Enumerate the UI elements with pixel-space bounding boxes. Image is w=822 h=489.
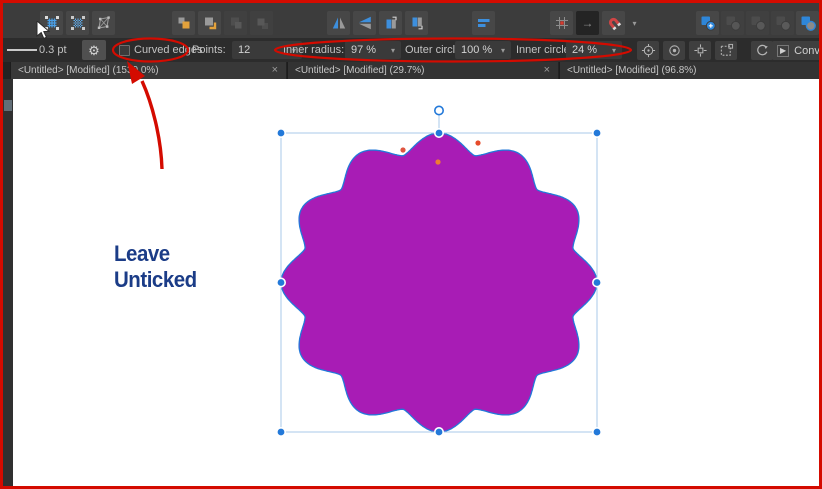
- toolbar-group-arrange: [172, 11, 273, 35]
- toolbar-group-snapping: → ▾: [550, 11, 641, 35]
- play-icon: ▶: [777, 44, 790, 57]
- snapping-magnet-icon[interactable]: [602, 11, 625, 35]
- move-forward-one-icon[interactable]: [198, 11, 221, 35]
- geometry-subtract-icon[interactable]: [721, 11, 744, 35]
- align-icon[interactable]: [472, 11, 495, 35]
- hide-selection-icon[interactable]: [663, 41, 685, 60]
- rotation-icon[interactable]: [751, 41, 773, 60]
- geometry-divide-icon[interactable]: [771, 11, 794, 35]
- flip-horizontal-icon[interactable]: [327, 11, 350, 35]
- tab-document-2[interactable]: <Untitled> [Modified] (29.7%) ×: [287, 62, 558, 79]
- chevron-down-icon: ▾: [500, 45, 505, 55]
- chevron-down-icon: ▾: [611, 45, 616, 55]
- move-to-front-icon[interactable]: [172, 11, 195, 35]
- curved-edges-checkbox[interactable]: [119, 45, 130, 56]
- geometry-add-icon[interactable]: [696, 11, 719, 35]
- close-icon[interactable]: ×: [272, 62, 278, 79]
- tools-panel-edge: [3, 79, 13, 486]
- app-window: → ▾ 0.3 pt ⚙ Curved edges Points: 12 ▾ I…: [0, 0, 822, 489]
- document-tab-bar: <Untitled> [Modified] (1530.0%) × <Untit…: [3, 62, 819, 79]
- inner-circle-combo[interactable]: 24 % ▾: [566, 41, 622, 59]
- chevron-down-icon: ▾: [390, 45, 395, 55]
- pixel-grid-select-icon[interactable]: [40, 11, 63, 35]
- rotate-counterclockwise-icon[interactable]: [379, 11, 402, 35]
- move-to-back-icon[interactable]: [250, 11, 273, 35]
- geometry-combine-icon[interactable]: [796, 11, 819, 35]
- points-label: Points:: [192, 44, 226, 56]
- context-toolbar: 0.3 pt ⚙ Curved edges Points: 12 ▾ Inner…: [3, 38, 819, 62]
- geometry-intersect-icon[interactable]: [746, 11, 769, 35]
- inner-radius-combo[interactable]: 97 % ▾: [345, 41, 401, 59]
- toolbar-group-align: [472, 11, 495, 35]
- stroke-width-value[interactable]: 0.3 pt: [39, 44, 67, 56]
- rotate-clockwise-icon[interactable]: [405, 11, 428, 35]
- inner-radius-label: Inner radius:: [283, 44, 345, 56]
- snap-grid-icon[interactable]: [550, 11, 573, 35]
- close-icon[interactable]: ×: [544, 62, 550, 79]
- tab-document-3[interactable]: <Untitled> [Modified] (96.8%): [559, 62, 819, 79]
- main-toolbar: → ▾: [3, 3, 819, 40]
- free-transform-icon[interactable]: [92, 11, 115, 35]
- convert-to-curves-button[interactable]: ▶ Convert to: [772, 41, 819, 60]
- outer-circle-combo[interactable]: 100 % ▾: [455, 41, 511, 59]
- stroke-width-slider[interactable]: [7, 49, 37, 51]
- flip-vertical-icon[interactable]: [353, 11, 376, 35]
- tool-icon-partial: [4, 100, 12, 111]
- document-canvas[interactable]: Leave Unticked: [3, 79, 819, 486]
- callout-text: Leave Unticked: [114, 241, 197, 292]
- transform-origin-icon[interactable]: [637, 41, 659, 60]
- toolbar-group-geometry: [696, 11, 819, 35]
- move-by-whole-pixels-icon[interactable]: →: [576, 11, 599, 35]
- move-backward-one-icon[interactable]: [224, 11, 247, 35]
- snapping-options-caret[interactable]: ▾: [628, 11, 641, 35]
- gear-icon[interactable]: ⚙: [82, 40, 106, 60]
- node-grid-select-icon[interactable]: [66, 11, 89, 35]
- show-handles-icon[interactable]: [689, 41, 711, 60]
- transform-separately-icon[interactable]: [715, 41, 737, 60]
- tab-document-1[interactable]: <Untitled> [Modified] (1530.0%) ×: [10, 62, 286, 79]
- toolbar-group-selection-mode: [40, 11, 115, 35]
- inner-circle-label: Inner circle:: [516, 44, 573, 56]
- toolbar-group-flip-rotate: [327, 11, 428, 35]
